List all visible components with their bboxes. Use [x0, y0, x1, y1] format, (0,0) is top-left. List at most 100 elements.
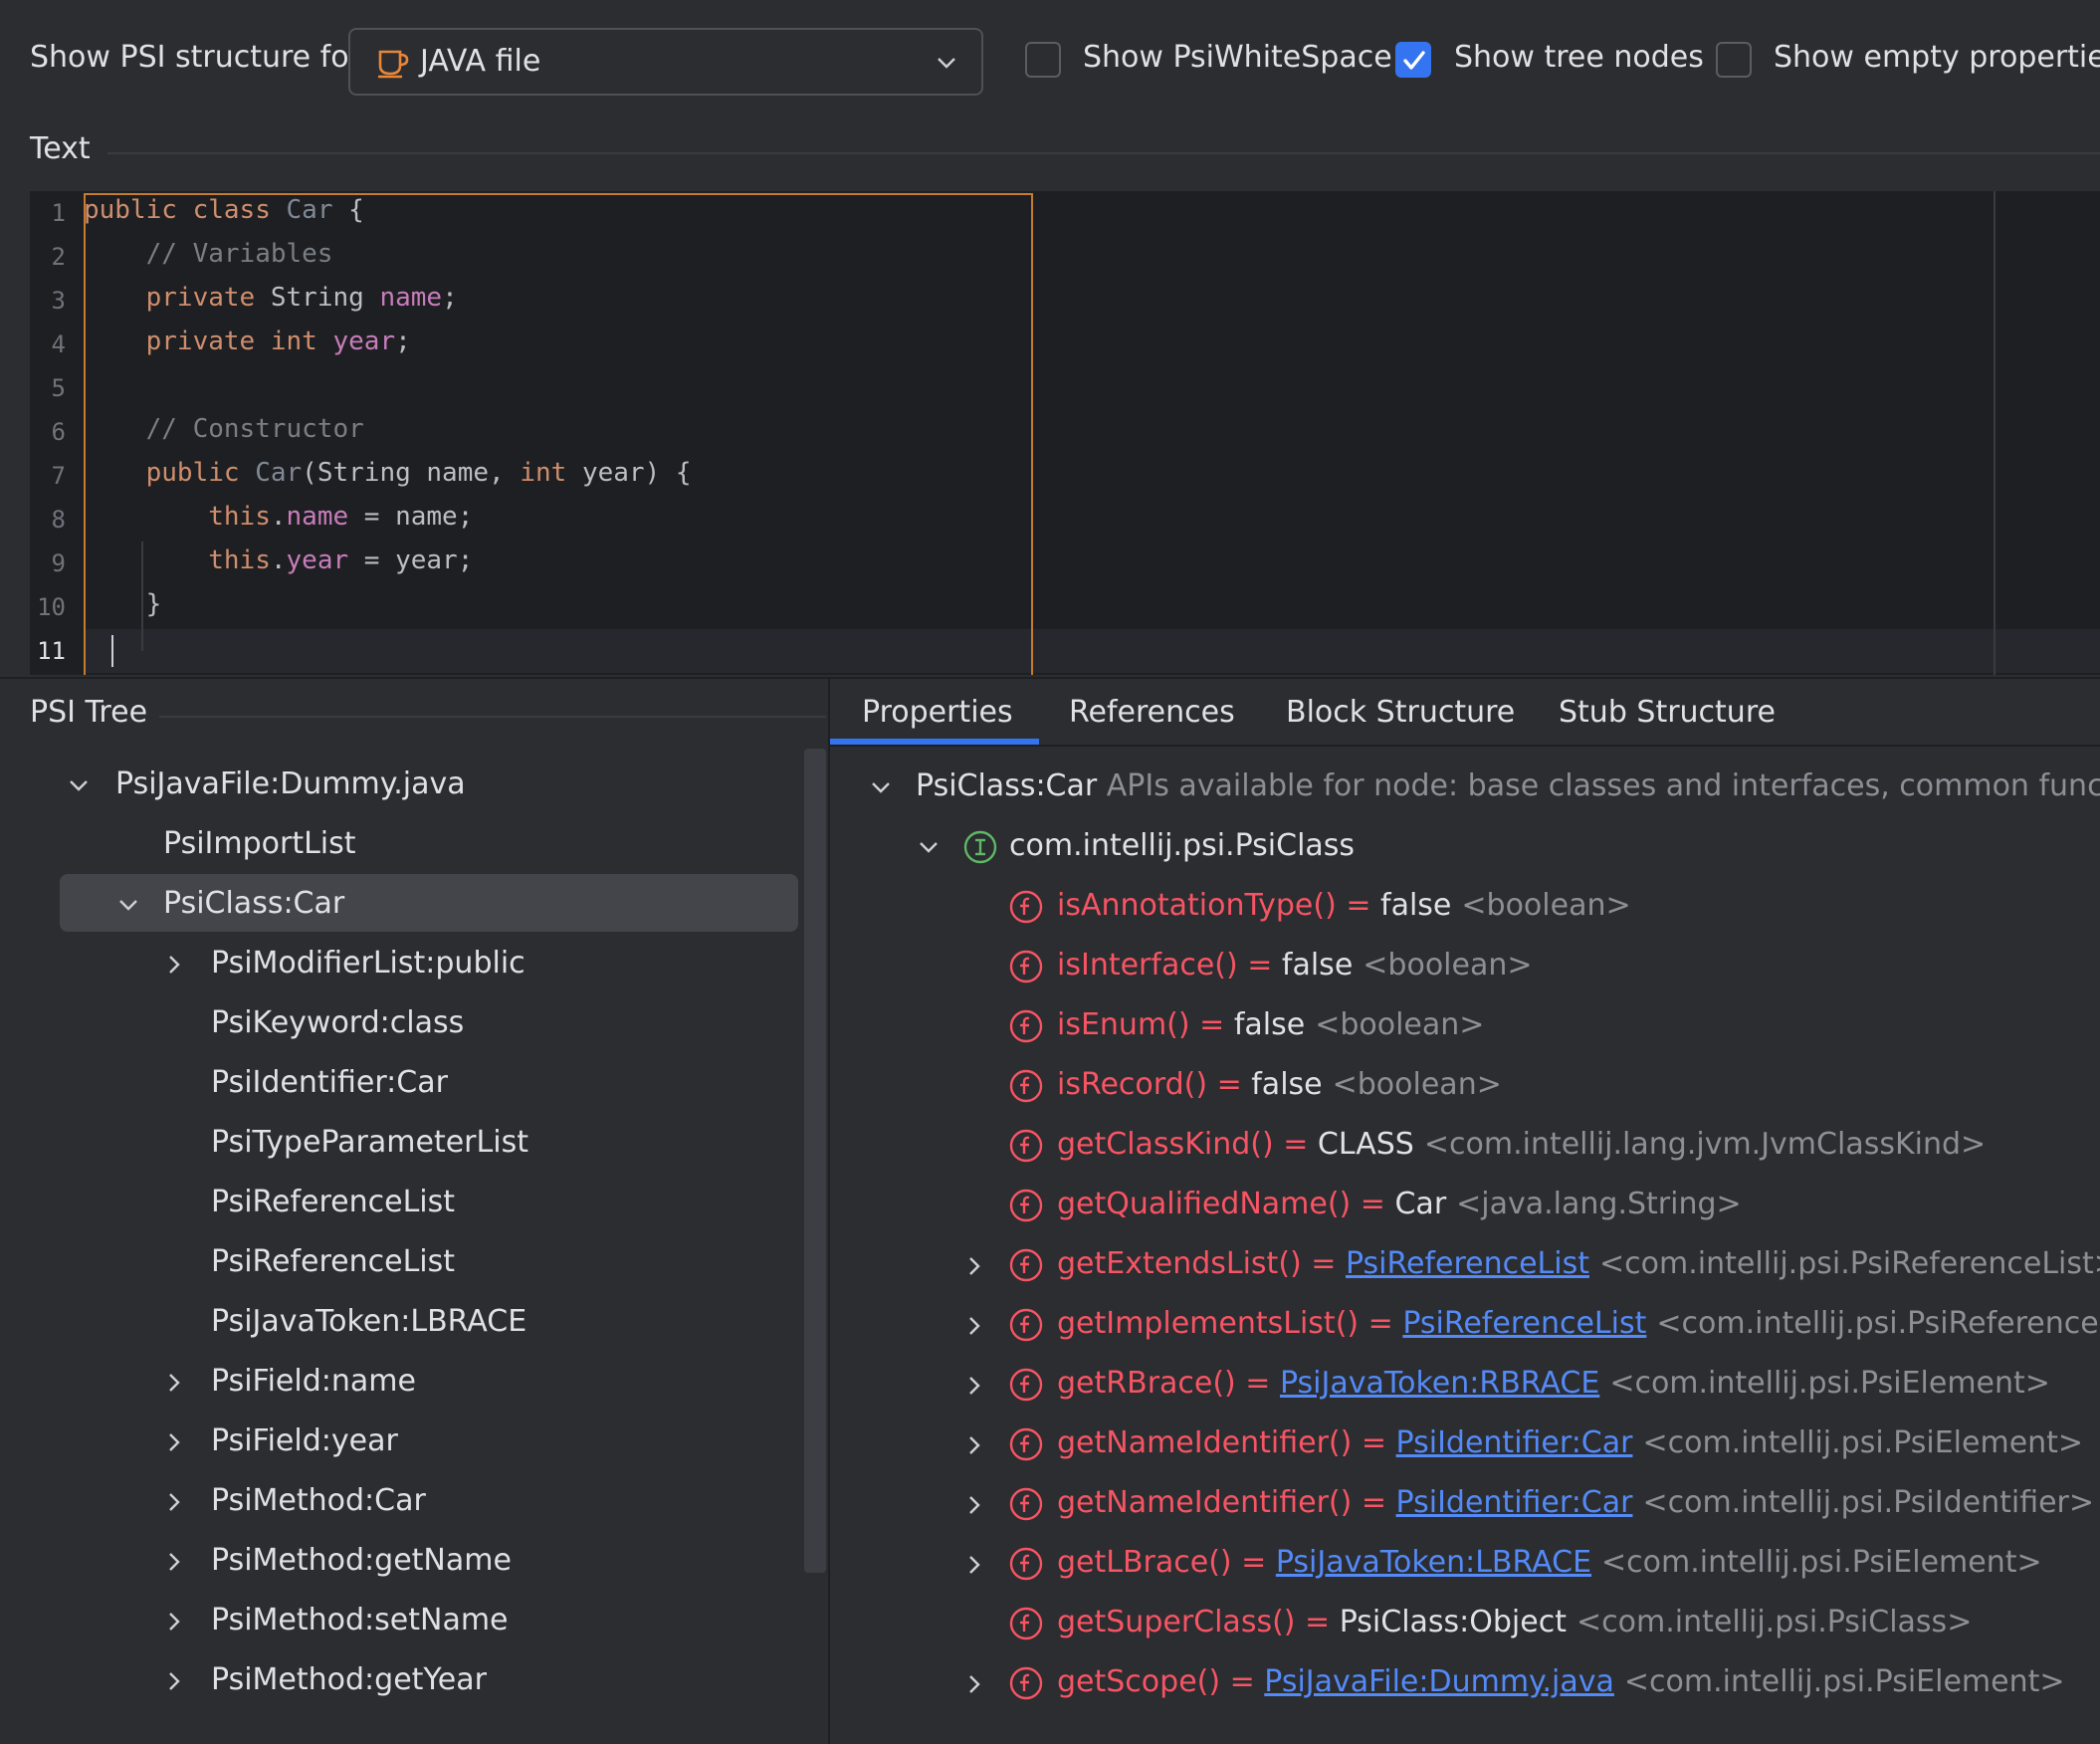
tree-node[interactable]: PsiMethod:setName	[211, 1603, 509, 1637]
property-equals: =	[1235, 1366, 1280, 1401]
chevron-right-icon[interactable]	[161, 1489, 187, 1515]
property-row[interactable]: getLBrace() = PsiJavaToken:LBRACE <com.in…	[1057, 1545, 2042, 1580]
tree-node[interactable]: PsiJavaFile:Dummy.java	[115, 766, 466, 801]
tree-node[interactable]: PsiModifierList:public	[211, 946, 525, 981]
property-equals: =	[1336, 888, 1381, 923]
tree-node[interactable]: PsiTypeParameterList	[211, 1125, 528, 1160]
property-type: <boolean>	[1461, 888, 1631, 923]
toolbar: Show PSI structure for: JAVA file Show P…	[0, 0, 2100, 129]
check-icon	[1403, 51, 1425, 70]
property-equals: =	[1207, 1067, 1252, 1102]
show-tree-nodes-checkbox[interactable]	[1395, 42, 1431, 78]
property-row[interactable]: getScope() = PsiJavaFile:Dummy.java <com.…	[1057, 1664, 2065, 1699]
tree-node[interactable]: PsiReferenceList	[211, 1244, 455, 1279]
tab-block-structure[interactable]: Block Structure	[1286, 695, 1515, 730]
tab-references[interactable]: References	[1069, 695, 1235, 730]
tab-bar-border	[830, 745, 2100, 747]
chevron-down-icon[interactable]	[66, 772, 92, 798]
property-equals: =	[1220, 1664, 1265, 1699]
property-equals: =	[1273, 1127, 1318, 1162]
tab-stub-structure[interactable]: Stub Structure	[1559, 695, 1776, 730]
function-icon	[1009, 1308, 1043, 1342]
property-value-link[interactable]: PsiJavaToken:LBRACE	[1276, 1545, 1591, 1580]
chevron-right-icon[interactable]	[961, 1670, 987, 1696]
function-icon	[1009, 1129, 1043, 1163]
interface-name[interactable]: com.intellij.psi.PsiClass	[1009, 828, 1355, 863]
chevron-right-icon[interactable]	[161, 1668, 187, 1694]
property-value-link[interactable]: PsiJavaFile:Dummy.java	[1264, 1664, 1614, 1699]
code-line-4: private int year;	[145, 327, 411, 356]
code-line-3: private String name;	[145, 283, 458, 313]
property-row[interactable]: getImplementsList() = PsiReferenceList <c…	[1057, 1306, 2100, 1341]
property-row[interactable]: getClassKind() = CLASS <com.intellij.lang…	[1057, 1127, 1986, 1162]
property-row[interactable]: getNameIdentifier() = PsiIdentifier:Car <…	[1057, 1425, 2083, 1460]
chevron-right-icon[interactable]	[161, 1549, 187, 1575]
show-tree-nodes-label[interactable]: Show tree nodes	[1454, 40, 1704, 75]
tree-node[interactable]: PsiJavaToken:LBRACE	[211, 1304, 526, 1339]
chevron-down-icon[interactable]	[115, 892, 141, 918]
chevron-down-icon[interactable]	[916, 834, 942, 860]
java-cup-icon	[378, 50, 409, 79]
file-type-dropdown[interactable]: JAVA file	[348, 28, 983, 96]
code-editor[interactable]: 1 2 3 4 5 6 7 8 9 10 11 public class Car…	[30, 191, 2100, 675]
chevron-right-icon[interactable]	[961, 1431, 987, 1457]
property-value-link[interactable]: PsiIdentifier:Car	[1396, 1425, 1633, 1460]
tree-node[interactable]: PsiMethod:getYear	[211, 1662, 487, 1697]
chevron-right-icon[interactable]	[961, 1252, 987, 1278]
chevron-right-icon[interactable]	[161, 1370, 187, 1396]
property-type: <com.intellij.psi.PsiReferenceList>	[1599, 1246, 2100, 1281]
property-row[interactable]: getQualifiedName() = Car <java.lang.Strin…	[1057, 1187, 1742, 1221]
property-row[interactable]: getSuperClass() = PsiClass:Object <com.in…	[1057, 1605, 1972, 1639]
property-row[interactable]: getRBrace() = PsiJavaToken:RBRACE <com.in…	[1057, 1366, 2050, 1401]
line-number: 2	[51, 243, 66, 271]
horizontal-splitter[interactable]	[0, 677, 2100, 679]
property-row[interactable]: isRecord() = false <boolean>	[1057, 1067, 1502, 1102]
tree-node[interactable]: PsiField:name	[211, 1364, 416, 1399]
root-node-name: PsiClass:Car	[916, 768, 1098, 803]
show-psiwhitespace-label[interactable]: Show PsiWhiteSpace	[1083, 40, 1392, 75]
property-value-link[interactable]: PsiIdentifier:Car	[1396, 1485, 1633, 1520]
show-empty-properties-label[interactable]: Show empty properties	[1774, 40, 2100, 75]
property-value-link[interactable]: PsiJavaToken:RBRACE	[1280, 1366, 1599, 1401]
property-row[interactable]: getExtendsList() = PsiReferenceList <com.…	[1057, 1246, 2100, 1281]
chevron-right-icon[interactable]	[961, 1551, 987, 1577]
tree-node[interactable]: PsiField:year	[211, 1423, 398, 1458]
chevron-right-icon[interactable]	[161, 1429, 187, 1455]
tree-node[interactable]: PsiIdentifier:Car	[211, 1065, 448, 1100]
property-equals: =	[1237, 948, 1282, 982]
properties-root[interactable]: PsiClass:Car APIs available for node: ba…	[916, 768, 2100, 803]
property-row[interactable]: getNameIdentifier() = PsiIdentifier:Car <…	[1057, 1485, 2094, 1520]
psi-tree-separator	[159, 716, 826, 718]
property-type: <com.intellij.psi.PsiElement>	[1623, 1664, 2065, 1699]
tree-scrollbar[interactable]	[804, 749, 826, 1573]
chevron-right-icon[interactable]	[961, 1372, 987, 1398]
property-row[interactable]: isInterface() = false <boolean>	[1057, 948, 1533, 982]
tree-node-selected[interactable]: PsiClass:Car	[163, 886, 344, 921]
property-value: CLASS	[1317, 1127, 1414, 1162]
property-value-link[interactable]: PsiReferenceList	[1346, 1246, 1589, 1281]
property-value: false	[1233, 1007, 1306, 1042]
function-icon	[1009, 1009, 1043, 1043]
code-line-10: }	[145, 589, 162, 619]
show-psiwhitespace-checkbox[interactable]	[1025, 42, 1061, 78]
function-icon	[1009, 1069, 1043, 1103]
chevron-right-icon[interactable]	[161, 1609, 187, 1635]
tree-node[interactable]: PsiMethod:Car	[211, 1483, 426, 1518]
line-number-gutter: 1 2 3 4 5 6 7 8 9 10 11	[30, 191, 80, 675]
vertical-splitter[interactable]	[828, 677, 830, 1744]
chevron-right-icon[interactable]	[161, 952, 187, 978]
chevron-down-icon[interactable]	[868, 774, 894, 800]
property-row[interactable]: isAnnotationType() = false <boolean>	[1057, 888, 1631, 923]
text-caret	[111, 635, 113, 667]
tree-node[interactable]: PsiMethod:getName	[211, 1543, 512, 1578]
property-value-link[interactable]: PsiReferenceList	[1402, 1306, 1646, 1341]
tree-node[interactable]: PsiReferenceList	[211, 1185, 455, 1219]
show-empty-properties-checkbox[interactable]	[1716, 42, 1752, 78]
tab-properties[interactable]: Properties	[862, 695, 1013, 730]
tree-node[interactable]: PsiImportList	[163, 826, 356, 861]
tree-node[interactable]: PsiKeyword:class	[211, 1005, 464, 1040]
chevron-right-icon[interactable]	[961, 1312, 987, 1338]
property-equals: =	[1295, 1605, 1340, 1639]
chevron-right-icon[interactable]	[961, 1491, 987, 1517]
property-row[interactable]: isEnum() = false <boolean>	[1057, 1007, 1484, 1042]
